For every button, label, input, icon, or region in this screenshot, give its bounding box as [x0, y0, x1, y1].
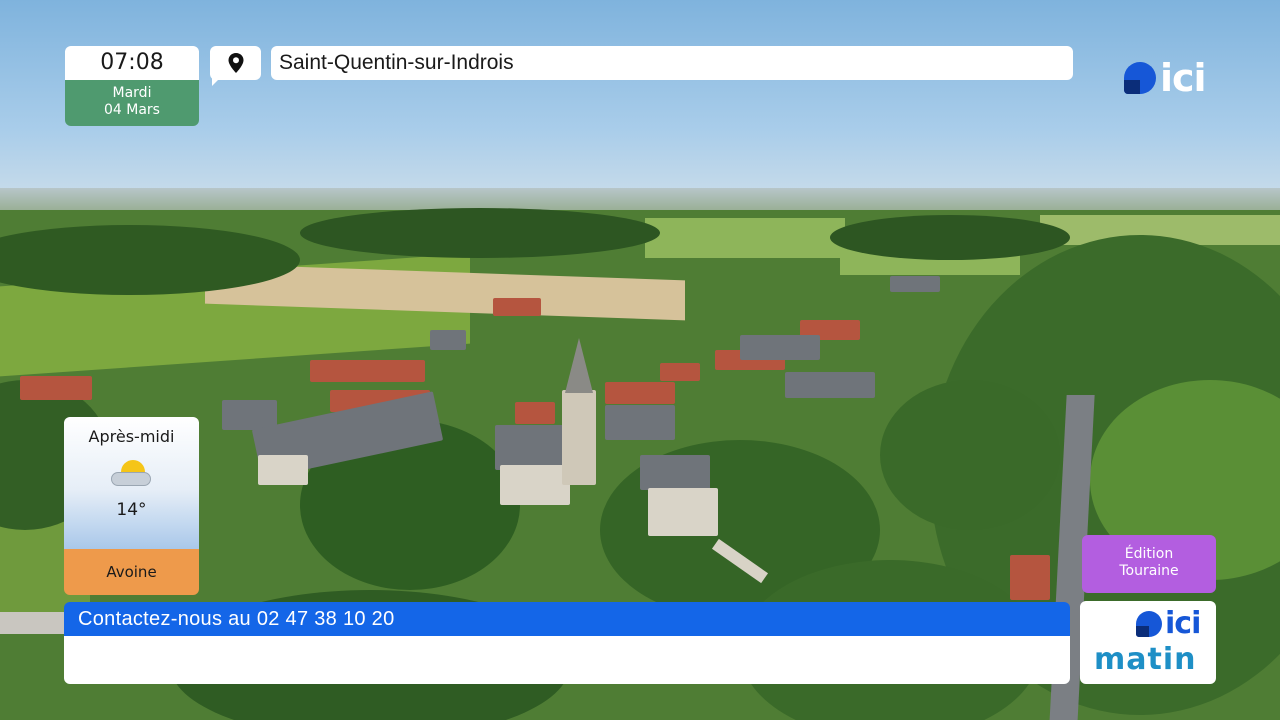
clock-day: Mardi — [112, 85, 152, 101]
church-tower — [562, 390, 596, 485]
house-roof — [430, 330, 466, 350]
house-wall — [258, 455, 308, 485]
house-roof — [1010, 555, 1050, 600]
weather-period: Après-midi — [88, 427, 175, 446]
ici-logo-mark-icon — [1136, 611, 1162, 637]
ici-logo: ici — [1124, 56, 1207, 100]
church-wall — [500, 465, 570, 505]
edition-line-2: Touraine — [1119, 563, 1179, 579]
trees — [880, 380, 1060, 530]
clock-date-block: Mardi 04 Mars — [65, 80, 199, 126]
location-name: Saint-Quentin-sur-Indrois — [271, 46, 1073, 80]
house-roof — [20, 376, 92, 400]
weather-temperature: 14° — [116, 500, 147, 520]
green-field — [645, 218, 845, 258]
ici-logo-text: ici — [1160, 56, 1207, 100]
pin-box-tail — [212, 76, 222, 86]
ici-matin-logo: ici matin — [1080, 601, 1216, 684]
contact-banner: Contactez-nous au 02 47 38 10 20 — [64, 602, 1070, 636]
show-name: matin — [1094, 642, 1197, 677]
edition-badge: Édition Touraine — [1082, 535, 1216, 593]
house-roof — [785, 372, 875, 398]
tree-line — [300, 208, 660, 258]
house-roof — [493, 298, 541, 316]
location-pin-box — [210, 46, 261, 80]
clock-time: 07:08 — [65, 46, 199, 80]
clock-widget: 07:08 Mardi 04 Mars — [65, 46, 199, 126]
church-spire — [565, 338, 593, 393]
house-roof — [740, 335, 820, 360]
ici-logo-small: ici — [1136, 606, 1201, 641]
church-roof — [495, 425, 570, 470]
ici-logo-small-text: ici — [1165, 606, 1201, 641]
tree-line — [830, 215, 1070, 260]
ici-logo-mark-icon — [1124, 62, 1156, 94]
house-roof — [605, 382, 675, 404]
sun-behind-cloud-icon — [109, 458, 155, 492]
weather-forecast: Après-midi 14° — [64, 417, 199, 549]
clock-date: 04 Mars — [104, 102, 160, 118]
map-pin-icon — [228, 53, 243, 73]
house-roof — [640, 455, 710, 490]
house-roof — [310, 360, 425, 382]
ticker-bar — [64, 636, 1070, 684]
weather-card: Après-midi 14° Avoine — [64, 417, 199, 595]
house-wall — [648, 488, 718, 536]
house-roof — [660, 363, 700, 381]
house-roof — [515, 402, 555, 424]
weather-place: Avoine — [64, 549, 199, 595]
edition-line-1: Édition — [1124, 546, 1174, 562]
house-roof — [605, 405, 675, 440]
road — [0, 612, 70, 634]
house-roof — [890, 276, 940, 292]
